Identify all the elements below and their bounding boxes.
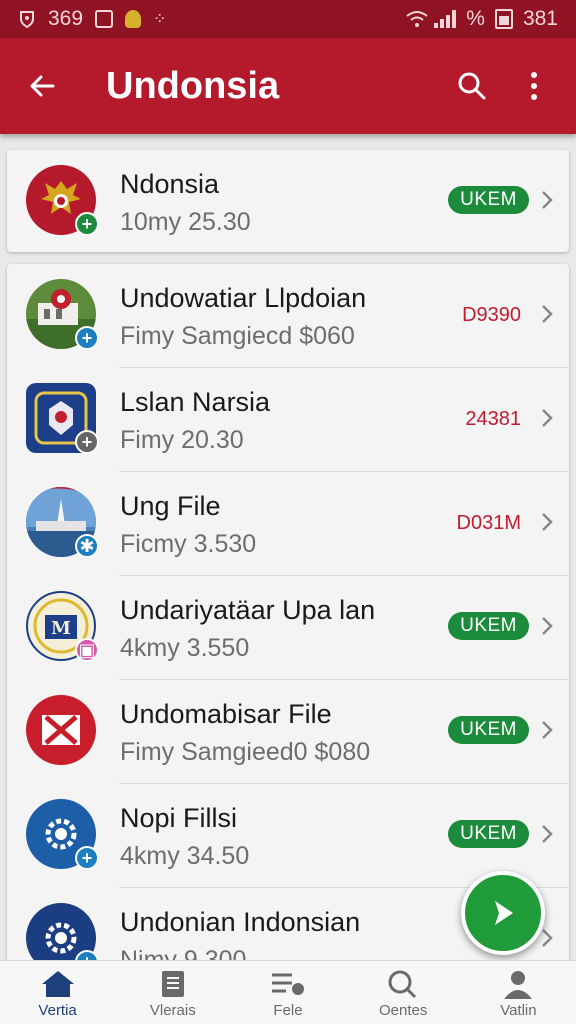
nav-label: Fele (273, 1002, 303, 1019)
status-left-text: 369 (48, 7, 84, 30)
list-settings-icon (272, 973, 304, 995)
list-item-subtitle: Ficmy 3.530 (120, 530, 257, 558)
list-item-title: Undowatiar Llpdoian (120, 283, 367, 313)
status-bar: 369 ⁘ % 381 (0, 0, 576, 38)
status-badge: UKEM (448, 612, 529, 640)
status-badge: UKEM (448, 716, 529, 744)
add-badge-icon: + (75, 326, 99, 350)
list-item-title: Ung File (120, 491, 221, 521)
list-item-subtitle: 4kmy 3.550 (120, 634, 250, 662)
back-button[interactable] (18, 62, 66, 110)
status-badge: UKEM (448, 186, 529, 214)
close-file-icon (26, 695, 96, 765)
more-options-button[interactable] (510, 62, 558, 110)
nav-item-profile[interactable]: Vatlin (461, 961, 576, 1024)
arrow-up-right-icon (495, 901, 513, 925)
chevron-right-icon (542, 305, 553, 323)
person-icon (504, 971, 533, 999)
list-item-subtitle: Fimy 20.30 (120, 426, 244, 454)
nav-item-search[interactable]: Oentes (346, 961, 461, 1024)
featured-subtitle: 10my 25.30 (120, 208, 251, 236)
chevron-right-icon (542, 617, 553, 635)
list-item-subtitle: 4kmy 34.50 (120, 842, 250, 870)
nav-label: Vatlin (500, 1002, 537, 1019)
add-badge-icon: + (75, 212, 99, 236)
list-item-code: D031M (456, 512, 521, 534)
message-status-icon (95, 10, 114, 28)
list-item-title: Undomabisar File (120, 699, 332, 729)
chevron-right-icon (542, 191, 553, 209)
list-item-code: 24381 (465, 408, 521, 430)
list-item-title: Undariyatäar Upa lan (120, 595, 376, 625)
list-item[interactable]: + Lslan Narsia Fimy 20.30 24381 (7, 368, 569, 472)
add-badge-icon: + (75, 846, 99, 870)
image-badge-icon: ▣ (75, 638, 99, 662)
app-status-icon (125, 10, 142, 28)
list-item-subtitle: Fimy Samgiecd $060 (120, 322, 355, 350)
battery-percent-symbol: % (466, 7, 485, 30)
list-item[interactable]: + Nopi Fillsi 4kmy 34.50 UKEM (7, 784, 569, 888)
more-vertical-icon (531, 72, 537, 100)
list-item-title: Undonian Indonsian (120, 907, 361, 937)
nav-label: Vlerais (149, 1002, 196, 1019)
list-item-title: Nopi Fillsi (120, 803, 238, 833)
nav-item-files[interactable]: Fele (230, 961, 345, 1024)
app-bar: Undonsia (0, 38, 576, 134)
wifi-icon (406, 10, 428, 28)
document-icon (161, 971, 184, 997)
list-item[interactable]: + Undowatiar Llpdoian Fimy Samgiecd $060… (7, 264, 569, 368)
shield-status-icon (18, 10, 36, 29)
nav-item-home[interactable]: Vertia (0, 961, 115, 1024)
floating-action-button[interactable] (461, 871, 545, 955)
list-item[interactable]: ✱ Ung File Ficmy 3.530 D031M (7, 472, 569, 576)
search-button[interactable] (448, 62, 496, 110)
list-item-code: D9390 (462, 304, 521, 326)
battery-icon (494, 9, 513, 29)
featured-title: Ndonsia (120, 169, 220, 199)
arrow-left-icon (30, 75, 55, 97)
signal-icon (434, 10, 457, 28)
list-item-subtitle: Fimy Samgieed0 $080 (120, 738, 371, 766)
home-icon (41, 971, 74, 997)
list-item-title: Lslan Narsia (120, 387, 271, 417)
chevron-right-icon (542, 825, 553, 843)
list-item[interactable]: M ▣ Undariyatäar Upa lan 4kmy 3.550 UKEM (7, 576, 569, 680)
status-badge: UKEM (448, 820, 529, 848)
chevron-right-icon (542, 513, 553, 531)
status-right-text: 381 (522, 7, 558, 30)
nav-label: Vertia (38, 1002, 77, 1019)
list-item[interactable]: Undomabisar File Fimy Samgieed0 $080 UKE… (7, 680, 569, 784)
nav-label: Oentes (379, 1002, 428, 1019)
nav-item-documents[interactable]: Vlerais (115, 961, 230, 1024)
add-badge-icon: + (75, 430, 99, 454)
svg-text:M: M (51, 618, 71, 639)
bottom-nav: Vertia Vlerais Fele Oentes Vatlin (0, 960, 576, 1024)
dots-status-icon: ⁘ (153, 11, 167, 28)
featured-card[interactable]: + Ndonsia 10my 25.30 UKEM (7, 150, 569, 252)
chevron-right-icon (542, 409, 553, 427)
settings-badge-icon: ✱ (75, 534, 99, 558)
magnifier-icon (388, 970, 417, 999)
chevron-right-icon (542, 721, 553, 739)
search-icon (458, 72, 486, 100)
featured-row[interactable]: + Ndonsia 10my 25.30 UKEM (7, 150, 569, 254)
page-title: Undonsia (106, 64, 280, 107)
